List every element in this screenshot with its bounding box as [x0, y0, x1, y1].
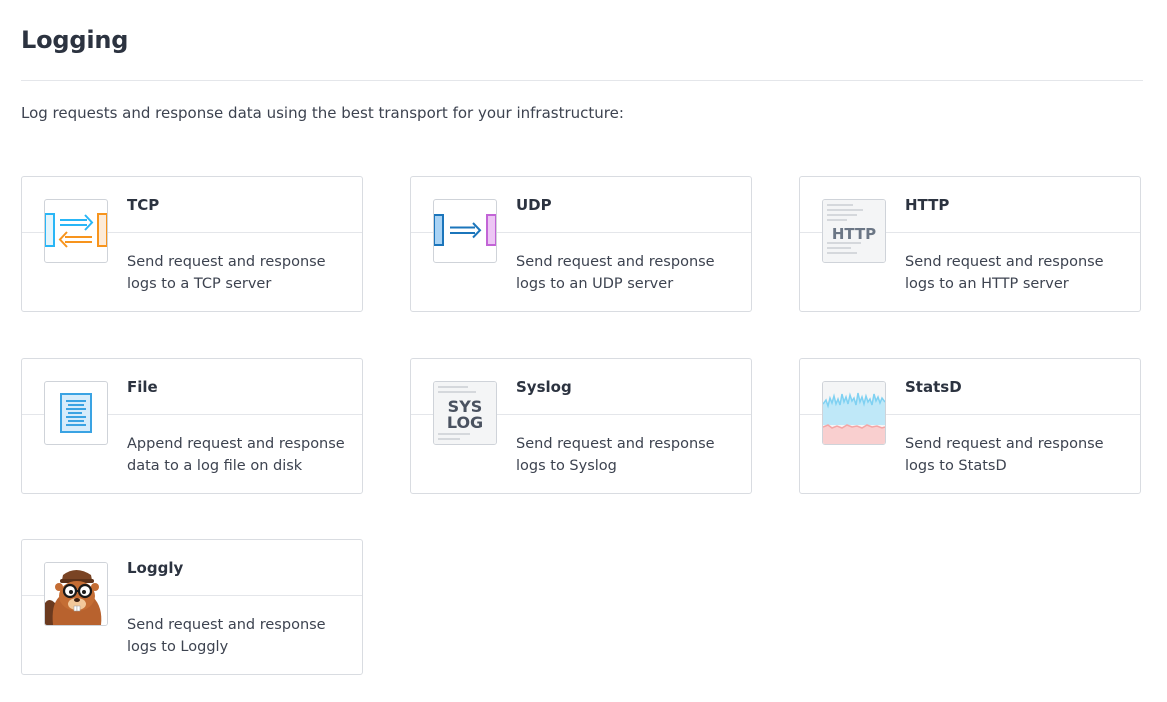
card-description: Send request and response logs to an UDP…	[516, 254, 715, 292]
card-description: Append request and response data to a lo…	[127, 436, 345, 474]
udp-transfer-icon	[433, 199, 497, 263]
endpoint-card-file[interactable]: File Append request and response data to…	[21, 358, 363, 494]
card-title: Syslog	[516, 378, 572, 396]
card-description: Send request and response logs to Loggly	[127, 617, 326, 655]
endpoint-card-http[interactable]: HTTP HTTP Send request and response logs…	[799, 176, 1141, 312]
endpoint-card-syslog[interactable]: SYS LOG Syslog Send request and response…	[410, 358, 752, 494]
tcp-transfer-icon	[44, 199, 108, 263]
file-document-icon	[44, 381, 108, 445]
page-title: Logging	[21, 26, 129, 54]
svg-text:LOG: LOG	[447, 413, 483, 432]
card-title: Loggly	[127, 559, 184, 577]
card-description: Send request and response logs to a TCP …	[127, 254, 326, 292]
endpoint-card-tcp[interactable]: TCP Send request and response logs to a …	[21, 176, 363, 312]
card-description: Send request and response logs to StatsD	[905, 436, 1104, 474]
endpoint-card-udp[interactable]: UDP Send request and response logs to an…	[410, 176, 752, 312]
title-divider	[21, 80, 1143, 81]
syslog-icon: SYS LOG	[433, 381, 497, 445]
loggly-beaver-icon	[44, 562, 108, 626]
endpoint-card-statsd[interactable]: StatsD Send request and response logs to…	[799, 358, 1141, 494]
svg-text:HTTP: HTTP	[832, 225, 876, 243]
card-description: Send request and response logs to an HTT…	[905, 254, 1104, 292]
card-title: HTTP	[905, 196, 950, 214]
card-title: UDP	[516, 196, 552, 214]
card-description: Send request and response logs to Syslog	[516, 436, 715, 474]
card-title: StatsD	[905, 378, 962, 396]
card-title: TCP	[127, 196, 160, 214]
statsd-graph-icon	[822, 381, 886, 445]
card-title: File	[127, 378, 158, 396]
endpoint-card-loggly[interactable]: Loggly Send request and response logs to…	[21, 539, 363, 675]
logging-page: Logging Log requests and response data u…	[0, 0, 1167, 702]
http-document-icon: HTTP	[822, 199, 886, 263]
page-intro: Log requests and response data using the…	[21, 104, 624, 122]
